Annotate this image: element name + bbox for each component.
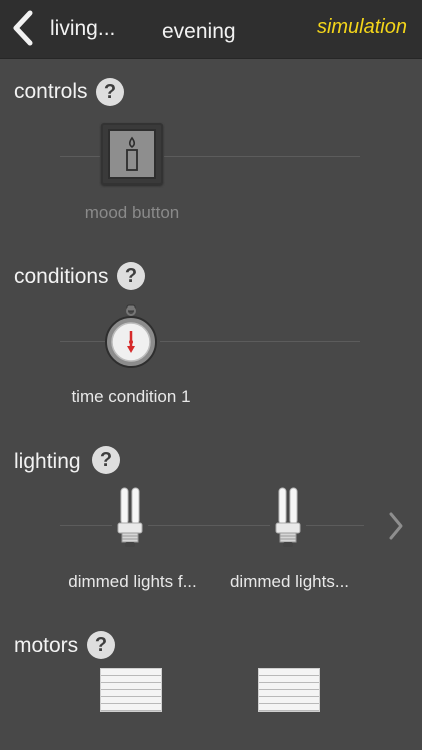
connector-line xyxy=(306,525,364,526)
top-bar: living... evening simulation xyxy=(0,0,422,59)
connector-line xyxy=(60,341,105,342)
shutter-icon xyxy=(101,669,161,711)
bulb-icon xyxy=(117,487,143,547)
motors-help-button[interactable]: ? xyxy=(87,631,115,659)
section-title-conditions: conditions xyxy=(14,265,109,288)
controls-help-button[interactable]: ? xyxy=(96,78,124,106)
connector-line xyxy=(164,156,360,157)
simulation-button[interactable]: simulation xyxy=(317,16,407,39)
light-label-1: dimmed lights f... xyxy=(68,572,197,591)
mood-button-label: mood button xyxy=(84,203,180,222)
section-title-lighting: lighting xyxy=(14,450,81,473)
connector-line xyxy=(60,525,112,526)
connector-line xyxy=(148,525,270,526)
shutter-icon xyxy=(259,669,319,711)
time-condition-device[interactable] xyxy=(102,302,160,372)
bulb-icon xyxy=(275,487,301,547)
page-title: evening xyxy=(162,20,236,43)
motor-device-2[interactable] xyxy=(258,668,320,712)
conditions-help-button[interactable]: ? xyxy=(117,262,145,290)
stopwatch-icon xyxy=(105,304,157,368)
time-condition-label: time condition 1 xyxy=(71,387,191,406)
mood-button-device[interactable] xyxy=(100,122,164,186)
connector-line xyxy=(60,156,100,157)
motor-device-1[interactable] xyxy=(100,668,162,712)
chevron-right-icon[interactable] xyxy=(386,510,406,542)
candle-icon xyxy=(108,129,156,179)
light-device-1[interactable] xyxy=(112,485,148,555)
light-label-2: dimmed lights... xyxy=(229,572,350,591)
section-title-controls: controls xyxy=(14,80,88,103)
chevron-left-icon xyxy=(13,10,33,46)
lighting-help-button[interactable]: ? xyxy=(92,446,120,474)
section-title-motors: motors xyxy=(14,634,79,657)
back-label[interactable]: living... xyxy=(50,17,115,41)
back-button[interactable] xyxy=(6,6,40,50)
connector-line xyxy=(160,341,360,342)
mood-button-tile xyxy=(101,123,163,185)
light-device-2[interactable] xyxy=(270,485,306,555)
